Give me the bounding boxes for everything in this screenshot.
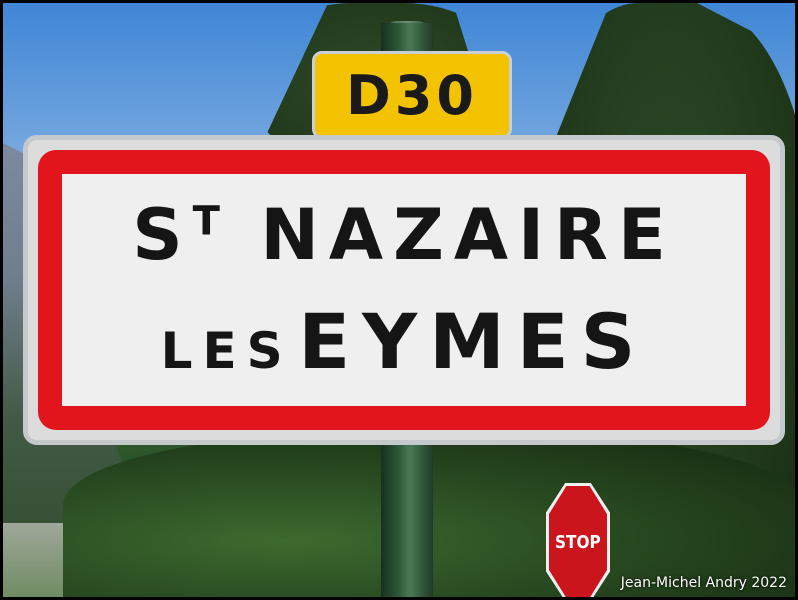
photo-credit: Jean-Michel Andry 2022: [620, 575, 787, 591]
town-prefix-superscript: T: [192, 198, 226, 245]
town-name: NAZAIRE: [260, 194, 676, 276]
town-prefix: S: [132, 194, 193, 276]
town-sign-line1: ST NAZAIRE: [62, 200, 746, 270]
stop-label: STOP: [555, 531, 601, 553]
road-number-plate: D30: [312, 51, 512, 139]
road-number: D30: [346, 63, 478, 127]
town-article: LES: [160, 322, 293, 380]
town-sign: ST NAZAIRE LES EYMES: [23, 135, 785, 445]
stop-sign-face: STOP: [549, 486, 607, 597]
town-sign-line2: LES EYMES: [62, 304, 746, 380]
town-suffix: EYMES: [298, 297, 648, 386]
stop-sign: STOP: [546, 483, 610, 597]
photo-frame: D30 ST NAZAIRE LES EYMES STOP Jean-Miche…: [3, 3, 795, 597]
town-sign-panel: ST NAZAIRE LES EYMES: [38, 150, 770, 430]
